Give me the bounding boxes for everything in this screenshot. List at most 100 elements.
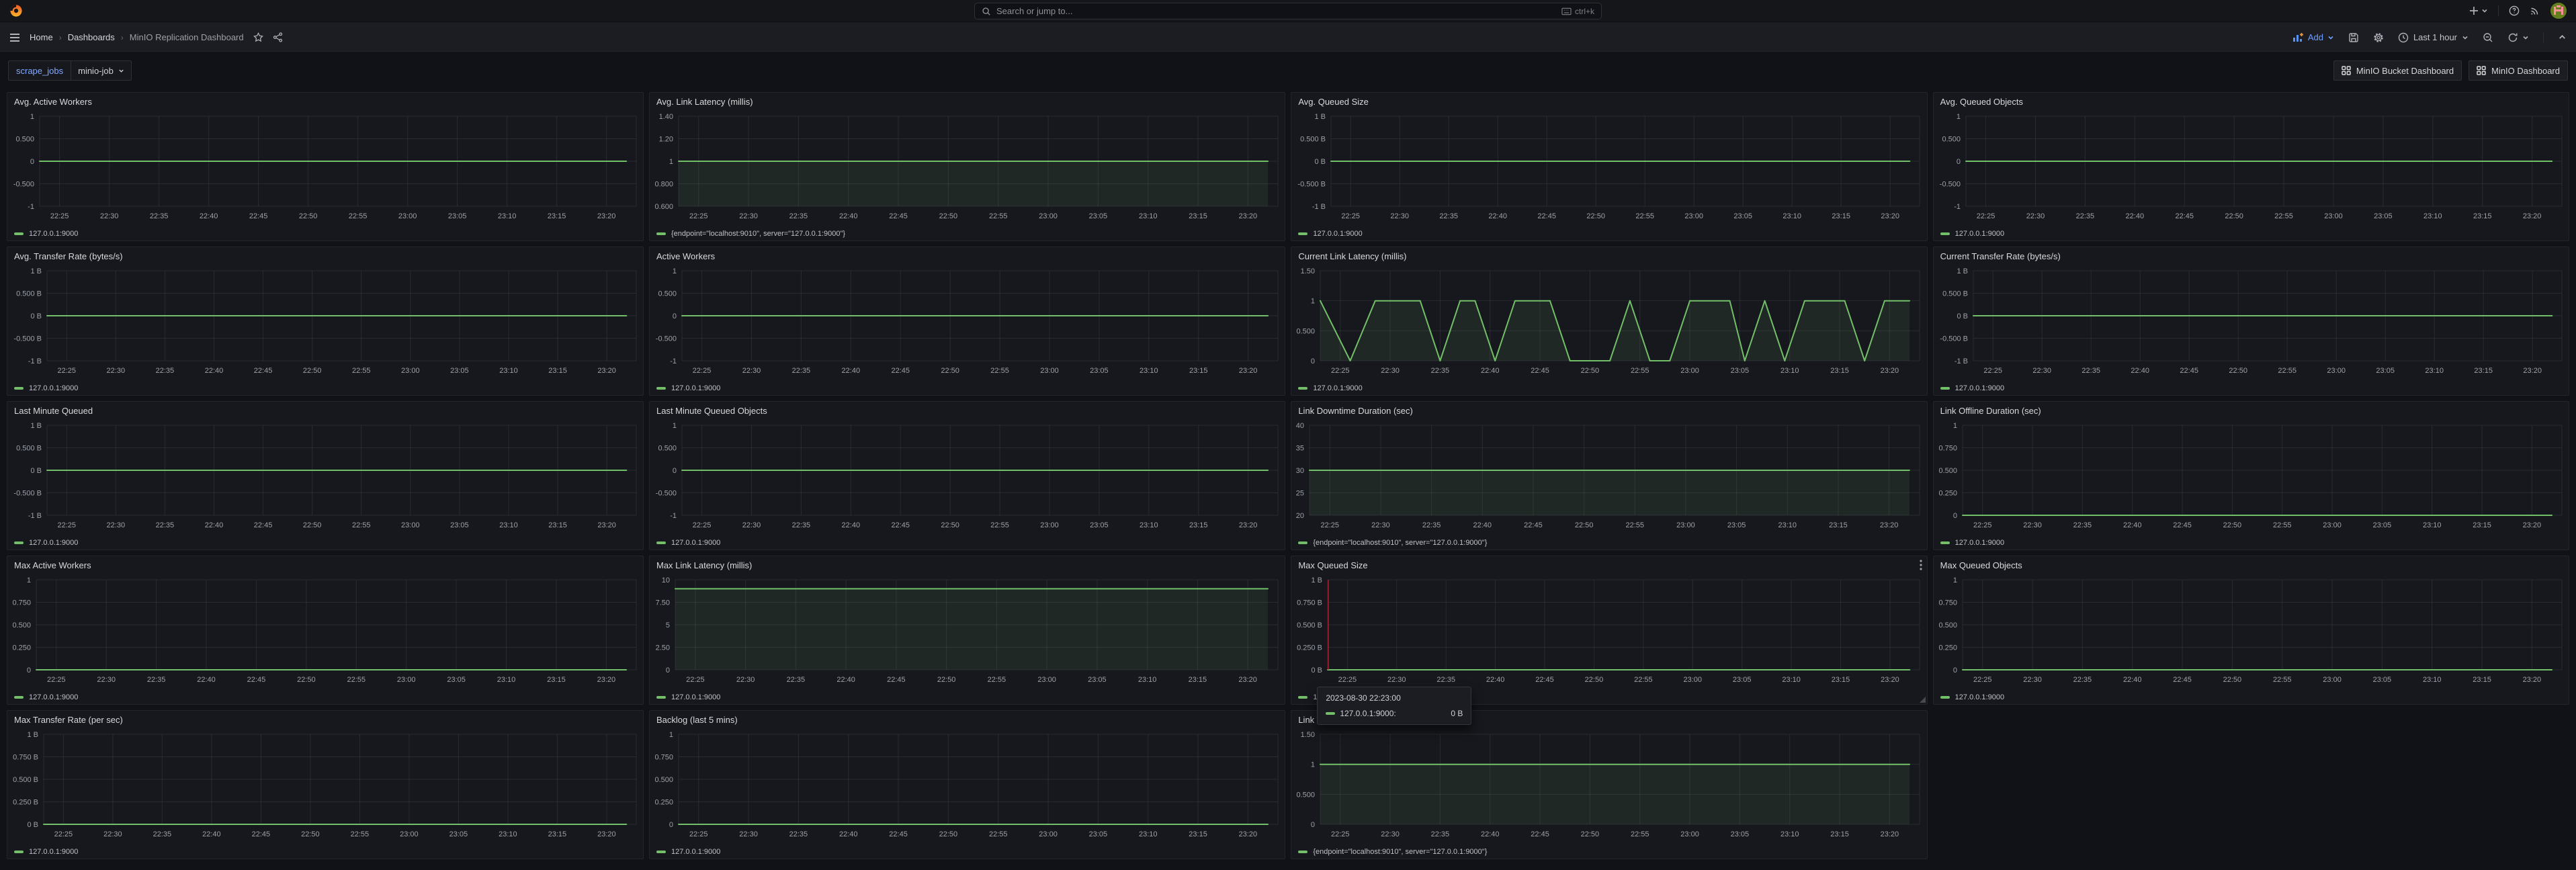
user-avatar[interactable] bbox=[2550, 3, 2567, 19]
legend-series-label[interactable]: 127.0.0.1:9000 bbox=[29, 384, 78, 392]
legend-series-color[interactable] bbox=[14, 851, 24, 853]
panel-chart[interactable]: 1 B0.500 B0 B-0.500 B-1 B22:2522:3022:35… bbox=[1291, 111, 1926, 227]
panel-title[interactable]: Current Link Latency (millis) bbox=[1298, 251, 1406, 261]
legend-series-color[interactable] bbox=[1940, 232, 1950, 235]
panel-title[interactable]: Last Minute Queued bbox=[14, 406, 93, 416]
chart-canvas[interactable]: 1.5010.500022:2522:3022:3522:4022:4522:5… bbox=[1291, 729, 1926, 842]
panel-title[interactable]: Max Queued Objects bbox=[1940, 560, 2022, 570]
panel-menu-button[interactable] bbox=[1920, 560, 1922, 574]
legend-series-label[interactable]: {endpoint="localhost:9010", server="127.… bbox=[1313, 539, 1487, 547]
share-button[interactable] bbox=[273, 32, 283, 42]
new-button[interactable] bbox=[2469, 6, 2488, 15]
panel-chart[interactable]: 10.5000-0.500-122:2522:3022:3522:4022:45… bbox=[650, 265, 1285, 382]
legend-series-color[interactable] bbox=[656, 696, 666, 699]
search-bar[interactable]: ctrl+k bbox=[974, 3, 1602, 19]
chart-canvas[interactable]: 403530252022:2522:3022:3522:4022:4522:50… bbox=[1291, 420, 1926, 533]
chart-canvas[interactable]: 1 B0.750 B0.500 B0.250 B0 B22:2522:3022:… bbox=[1291, 574, 1926, 687]
chart-canvas[interactable]: 10.7500.5000.250022:2522:3022:3522:4022:… bbox=[1934, 420, 2569, 533]
legend-series-label[interactable]: 127.0.0.1:9000 bbox=[1313, 230, 1362, 238]
chart-canvas[interactable]: 1 B0.500 B0 B-0.500 B-1 B22:2522:3022:35… bbox=[1934, 265, 2569, 378]
legend-series-color[interactable] bbox=[14, 387, 24, 390]
chart-canvas[interactable]: 1 B0.500 B0 B-0.500 B-1 B22:2522:3022:35… bbox=[7, 265, 643, 378]
legend-series-label[interactable]: 127.0.0.1:9000 bbox=[671, 848, 720, 856]
legend-series-color[interactable] bbox=[14, 232, 24, 235]
legend-series-color[interactable] bbox=[1298, 541, 1307, 544]
legend-series-label[interactable]: {endpoint="localhost:9010", server="127.… bbox=[1313, 848, 1487, 856]
panel-title[interactable]: Avg. Active Workers bbox=[14, 97, 92, 107]
panel-chart[interactable]: 10.7500.5000.250022:2522:3022:3522:4022:… bbox=[1934, 574, 2569, 691]
panel-chart[interactable]: 1.401.2010.8000.60022:2522:3022:3522:402… bbox=[650, 111, 1285, 227]
panel-title[interactable]: Avg. Transfer Rate (bytes/s) bbox=[14, 251, 123, 261]
chart-canvas[interactable]: 10.5000-0.500-122:2522:3022:3522:4022:45… bbox=[1934, 111, 2569, 224]
variable-label[interactable]: scrape_jobs bbox=[8, 60, 71, 81]
chart-canvas[interactable]: 1.401.2010.8000.60022:2522:3022:3522:402… bbox=[650, 111, 1285, 224]
refresh-button[interactable] bbox=[2507, 32, 2529, 43]
panel-title[interactable]: Avg. Link Latency (millis) bbox=[656, 97, 753, 107]
legend-series-color[interactable] bbox=[14, 541, 24, 544]
chart-canvas[interactable]: 1.5010.500022:2522:3022:3522:4022:4522:5… bbox=[1291, 265, 1926, 378]
panel-chart[interactable]: 1 B0.500 B0 B-0.500 B-1 B22:2522:3022:35… bbox=[1934, 265, 2569, 382]
panel-title[interactable]: Link Offline Duration (sec) bbox=[1940, 406, 2041, 416]
panel-title[interactable]: Active Workers bbox=[656, 251, 715, 261]
panel-title[interactable]: Max Transfer Rate (per sec) bbox=[14, 715, 123, 725]
legend-series-label[interactable]: 127.0.0.1:9000 bbox=[29, 230, 78, 238]
panel-chart[interactable]: 10.7500.5000.250022:2522:3022:3522:4022:… bbox=[7, 574, 643, 691]
chart-canvas[interactable]: 10.5000-0.500-122:2522:3022:3522:4022:45… bbox=[7, 111, 643, 224]
search-input[interactable] bbox=[996, 6, 1556, 16]
panel-title[interactable]: Last Minute Queued Objects bbox=[656, 406, 767, 416]
panel-chart[interactable]: 10.5000-0.500-122:2522:3022:3522:4022:45… bbox=[650, 420, 1285, 536]
variable-value-dropdown[interactable]: minio-job bbox=[71, 60, 132, 81]
panel-chart[interactable]: 1 B0.500 B0 B-0.500 B-1 B22:2522:3022:35… bbox=[7, 420, 643, 536]
help-button[interactable] bbox=[2509, 5, 2520, 16]
chart-canvas[interactable]: 10.5000-0.500-122:2522:3022:3522:4022:45… bbox=[650, 265, 1285, 378]
panel-chart[interactable]: 1 B0.500 B0 B-0.500 B-1 B22:2522:3022:35… bbox=[7, 265, 643, 382]
panel-chart[interactable]: 10.7500.5000.250022:2522:3022:3522:4022:… bbox=[1934, 420, 2569, 536]
legend-series-color[interactable] bbox=[1298, 387, 1307, 390]
panel-chart[interactable]: 403530252022:2522:3022:3522:4022:4522:50… bbox=[1291, 420, 1926, 536]
panel-chart[interactable]: 1 B0.750 B0.500 B0.250 B0 B22:2522:3022:… bbox=[1291, 574, 1926, 691]
panel-title[interactable]: Max Active Workers bbox=[14, 560, 91, 570]
legend-series-label[interactable]: 127.0.0.1:9000 bbox=[29, 848, 78, 856]
panel-title[interactable]: Link Downtime Duration (sec) bbox=[1298, 406, 1413, 416]
legend-series-label[interactable]: 127.0.0.1:9000 bbox=[1955, 384, 2004, 392]
legend-series-color[interactable] bbox=[656, 387, 666, 390]
panel-title[interactable]: Max Link Latency (millis) bbox=[656, 560, 752, 570]
panel-chart[interactable]: 107.5052.50022:2522:3022:3522:4022:4522:… bbox=[650, 574, 1285, 691]
panel-chart[interactable]: 1 B0.750 B0.500 B0.250 B0 B22:2522:3022:… bbox=[7, 729, 643, 845]
legend-series-color[interactable] bbox=[656, 851, 666, 853]
legend-series-label[interactable]: {endpoint="localhost:9010", server="127.… bbox=[671, 230, 845, 238]
legend-series-color[interactable] bbox=[656, 541, 666, 544]
panel-title[interactable]: Avg. Queued Size bbox=[1298, 97, 1369, 107]
legend-series-color[interactable] bbox=[1298, 696, 1307, 699]
legend-series-color[interactable] bbox=[1940, 541, 1950, 544]
breadcrumb-dashboards[interactable]: Dashboards bbox=[68, 32, 115, 42]
link-minio-bucket-dashboard[interactable]: MinIO Bucket Dashboard bbox=[2333, 60, 2462, 81]
legend-series-label[interactable]: 127.0.0.1:9000 bbox=[671, 384, 720, 392]
legend-series-label[interactable]: 127.0.0.1:9000 bbox=[29, 539, 78, 547]
dashboard-settings-button[interactable] bbox=[2373, 32, 2384, 43]
legend-series-label[interactable]: 127.0.0.1:9000 bbox=[671, 693, 720, 701]
grafana-logo[interactable] bbox=[9, 4, 23, 17]
panel-chart[interactable]: 1.5010.500022:2522:3022:3522:4022:4522:5… bbox=[1291, 265, 1926, 382]
panel-chart[interactable]: 10.7500.5000.250022:2522:3022:3522:4022:… bbox=[650, 729, 1285, 845]
legend-series-label[interactable]: 127.0.0.1:9000 bbox=[29, 693, 78, 701]
panel-chart[interactable]: 10.5000-0.500-122:2522:3022:3522:4022:45… bbox=[1934, 111, 2569, 227]
legend-series-label[interactable]: 127.0.0.1:9000 bbox=[671, 539, 720, 547]
legend-series-label[interactable]: 127.0.0.1:9000 bbox=[1955, 539, 2004, 547]
legend-series-label[interactable]: 127.0.0.1:9000 bbox=[1313, 384, 1362, 392]
panel-title[interactable]: Current Transfer Rate (bytes/s) bbox=[1940, 251, 2061, 261]
save-dashboard-button[interactable] bbox=[2348, 32, 2359, 43]
collapse-toolbar-button[interactable] bbox=[2558, 33, 2567, 42]
chart-canvas[interactable]: 107.5052.50022:2522:3022:3522:4022:4522:… bbox=[650, 574, 1285, 687]
legend-series-color[interactable] bbox=[14, 696, 24, 699]
zoom-out-button[interactable] bbox=[2483, 32, 2493, 43]
legend-series-color[interactable] bbox=[1940, 696, 1950, 699]
chart-canvas[interactable]: 10.5000-0.500-122:2522:3022:3522:4022:45… bbox=[650, 420, 1285, 533]
chart-canvas[interactable]: 10.7500.5000.250022:2522:3022:3522:4022:… bbox=[1934, 574, 2569, 687]
chart-canvas[interactable]: 1 B0.750 B0.500 B0.250 B0 B22:2522:3022:… bbox=[7, 729, 643, 842]
panel-title[interactable]: Backlog (last 5 mins) bbox=[656, 715, 738, 725]
time-range-picker[interactable]: Last 1 hour bbox=[2398, 32, 2468, 43]
panel-chart[interactable]: 1.5010.500022:2522:3022:3522:4022:4522:5… bbox=[1291, 729, 1926, 845]
chart-canvas[interactable]: 1 B0.500 B0 B-0.500 B-1 B22:2522:3022:35… bbox=[1291, 111, 1926, 224]
link-minio-dashboard[interactable]: MinIO Dashboard bbox=[2468, 60, 2568, 81]
